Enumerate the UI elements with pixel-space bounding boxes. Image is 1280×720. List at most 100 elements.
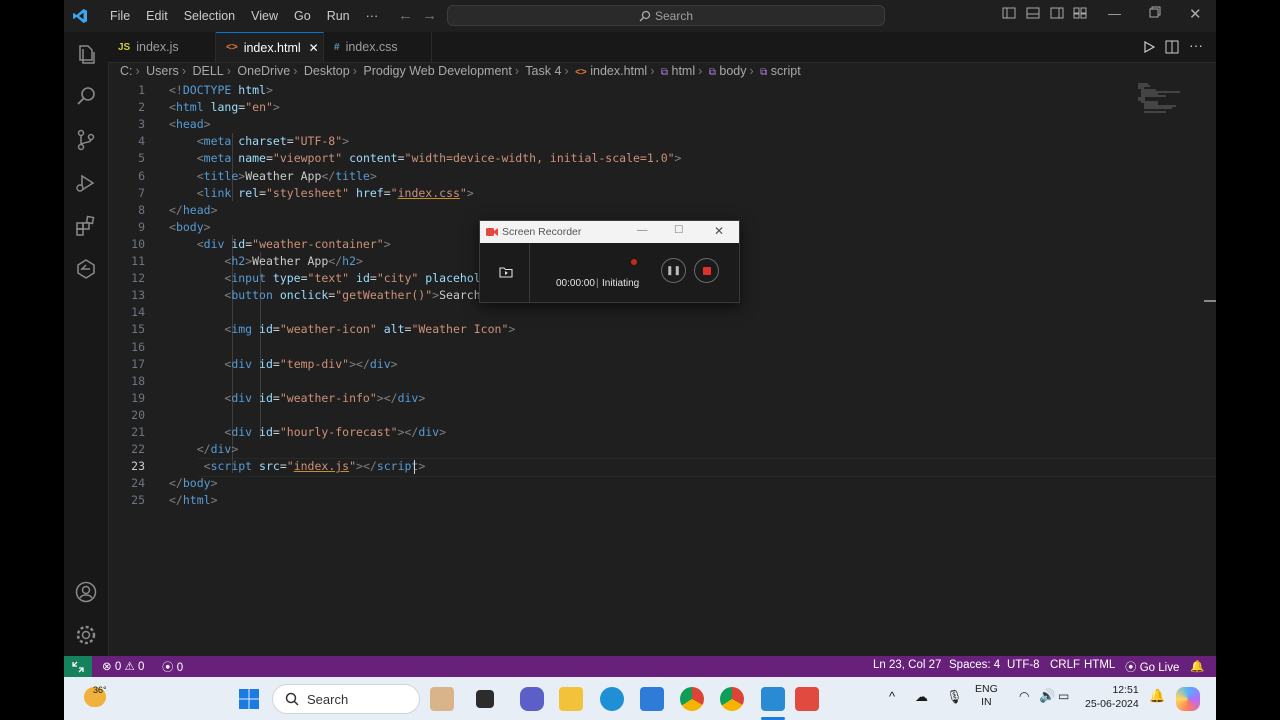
microphone-icon[interactable]: 🎙	[946, 689, 963, 705]
breadcrumb-item[interactable]: OneDrive	[237, 64, 290, 78]
chrome-profile-icon[interactable]	[720, 687, 744, 711]
toggle-panel-icon[interactable]	[1026, 6, 1040, 20]
menu-view[interactable]: View	[243, 9, 286, 23]
code-line[interactable]: 6 <title>Weather App</title>	[108, 168, 1168, 185]
vscode-logo-icon[interactable]	[72, 8, 88, 24]
copilot-icon[interactable]	[1176, 687, 1200, 711]
menu-go[interactable]: Go	[286, 9, 319, 23]
screen-recorder-taskbar-icon[interactable]	[795, 687, 819, 711]
language-mode[interactable]: HTML	[1084, 659, 1115, 671]
close-icon[interactable]: ✕	[714, 224, 724, 238]
toggle-secondary-sidebar-icon[interactable]	[1050, 6, 1064, 20]
open-folder-icon[interactable]	[499, 265, 513, 279]
code-line[interactable]: 17 <div id="temp-div"></div>	[108, 356, 1168, 373]
breadcrumb-item[interactable]: script	[771, 64, 801, 78]
problems-indicator[interactable]: ⊗ 0 ⚠ 0	[102, 659, 144, 673]
menu-more[interactable]: ···	[358, 9, 387, 23]
menu-file[interactable]: File	[102, 9, 138, 23]
code-line[interactable]: 8 </head>	[108, 202, 1168, 219]
tab-index-html[interactable]: <> index.html ✕	[216, 32, 324, 62]
breadcrumb-item[interactable]: html	[672, 64, 696, 78]
indentation[interactable]: Spaces: 4	[949, 659, 1000, 671]
onedrive-icon[interactable]: ☁	[915, 689, 928, 705]
language-indicator[interactable]: ENG IN	[975, 683, 998, 709]
code-line[interactable]: 7 <link rel="stylesheet" href="index.css…	[108, 185, 1168, 202]
taskbar-search-box[interactable]: Search	[272, 684, 420, 714]
widgets-icon[interactable]	[430, 687, 454, 711]
code-line[interactable]: 22 </div>	[108, 441, 1168, 458]
code-line[interactable]: 19 <div id="weather-info"></div>	[108, 390, 1168, 407]
search-icon[interactable]	[74, 85, 98, 109]
explorer-icon[interactable]	[74, 42, 98, 66]
microsoft-store-icon[interactable]	[640, 687, 664, 711]
chevron-up-icon[interactable]: ^	[889, 689, 895, 704]
ports-indicator[interactable]: ⦿ 0	[162, 659, 183, 675]
notification-bell-icon[interactable]: 🔔	[1149, 688, 1165, 704]
clock[interactable]: 12:51 25-06-2024	[1085, 683, 1139, 711]
restore-icon[interactable]	[1149, 6, 1161, 18]
code-line[interactable]: 16	[108, 339, 1168, 356]
breadcrumb-item[interactable]: C:	[120, 64, 133, 78]
code-line[interactable]: 3 <head>	[108, 116, 1168, 133]
code-line[interactable]: 15 <img id="weather-icon" alt="Weather I…	[108, 321, 1168, 338]
code-line[interactable]: 25 </html>	[108, 492, 1168, 509]
breadcrumb-item[interactable]: DELL	[192, 64, 223, 78]
code-line[interactable]: 4 <meta charset="UTF-8">	[108, 133, 1168, 150]
code-line[interactable]: 23 <script src="index.js"></script>	[108, 458, 1168, 475]
menu-run[interactable]: Run	[319, 9, 358, 23]
source-control-icon[interactable]	[74, 128, 98, 152]
close-tab-icon[interactable]: ✕	[309, 41, 319, 55]
breadcrumb-item[interactable]: Desktop	[304, 64, 350, 78]
maximize-icon[interactable]: ☐	[674, 224, 683, 236]
more-actions-icon[interactable]: ···	[1189, 37, 1203, 53]
code-line[interactable]: 5 <meta name="viewport" content="width=d…	[108, 150, 1168, 167]
run-file-icon[interactable]	[1143, 41, 1155, 53]
command-search-box[interactable]: Search	[447, 5, 885, 26]
remote-indicator[interactable]	[64, 656, 92, 677]
minimize-icon[interactable]: —	[1108, 6, 1121, 21]
split-editor-icon[interactable]	[1165, 40, 1179, 54]
remote-explorer-icon[interactable]	[74, 257, 98, 281]
account-icon[interactable]	[74, 580, 98, 604]
code-line[interactable]: 14	[108, 304, 1168, 321]
pause-button[interactable]: ❚❚	[661, 258, 686, 283]
breadcrumb-item[interactable]: Task 4	[525, 64, 561, 78]
code-line[interactable]: 24 </body>	[108, 475, 1168, 492]
go-live-button[interactable]: ⦿ Go Live	[1125, 659, 1179, 675]
code-editor[interactable]: 1 <!DOCTYPE html> 2 <html lang="en"> 3 <head>…	[108, 82, 1216, 656]
breadcrumb-item[interactable]: body	[719, 64, 746, 78]
menu-selection[interactable]: Selection	[176, 9, 243, 23]
code-line[interactable]: 20	[108, 407, 1168, 424]
cursor-position[interactable]: Ln 23, Col 27	[873, 659, 941, 671]
minimap[interactable]	[1136, 82, 1186, 122]
run-debug-icon[interactable]	[74, 171, 98, 195]
end-of-line[interactable]: CRLF	[1050, 659, 1080, 671]
code-line[interactable]: 21 <div id="hourly-forecast"></div>	[108, 424, 1168, 441]
breadcrumb-item[interactable]: Prodigy Web Development	[363, 64, 511, 78]
customize-layout-icon[interactable]	[1073, 6, 1087, 20]
back-arrow-icon[interactable]: ←	[398, 7, 413, 24]
edge-browser-icon[interactable]	[600, 687, 624, 711]
extensions-icon[interactable]	[74, 214, 98, 238]
vscode-taskbar-icon[interactable]	[761, 687, 785, 711]
minimize-icon[interactable]: —	[637, 224, 648, 236]
stop-button[interactable]	[694, 258, 719, 283]
volume-icon[interactable]: 🔊	[1039, 688, 1055, 704]
file-explorer-icon[interactable]	[559, 687, 583, 711]
breadcrumb-item[interactable]: Users	[146, 64, 179, 78]
code-line[interactable]: 1 <!DOCTYPE html>	[108, 82, 1168, 99]
encoding[interactable]: UTF-8	[1007, 659, 1040, 671]
code-line[interactable]: 2 <html lang="en">	[108, 99, 1168, 116]
teams-icon[interactable]	[520, 687, 544, 711]
chrome-icon[interactable]	[680, 687, 704, 711]
menu-edit[interactable]: Edit	[138, 9, 176, 23]
tab-index-css[interactable]: # index.css	[324, 32, 432, 62]
start-windows-icon[interactable]	[237, 687, 261, 711]
tab-index-js[interactable]: JS index.js	[108, 32, 216, 62]
scrollbar-thumb[interactable]	[1204, 300, 1216, 302]
settings-gear-icon[interactable]	[74, 623, 98, 647]
task-view-icon[interactable]	[476, 690, 494, 708]
battery-icon[interactable]: ▭	[1058, 689, 1069, 703]
toggle-sidebar-icon[interactable]	[1002, 6, 1016, 20]
code-line[interactable]: 18	[108, 373, 1168, 390]
